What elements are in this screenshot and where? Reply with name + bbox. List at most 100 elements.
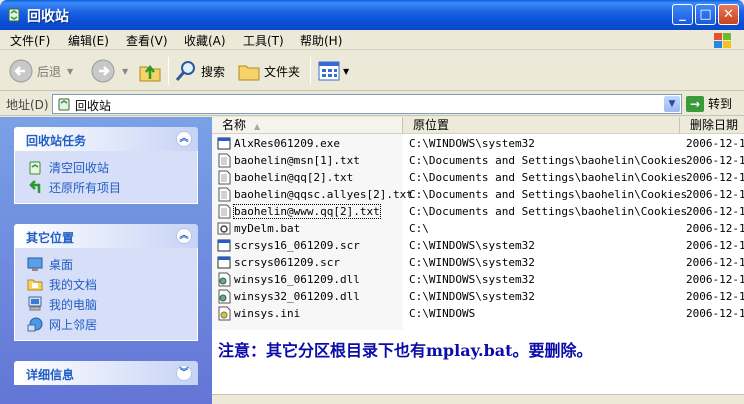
dll-file-icon — [218, 289, 231, 304]
file-deleted-date: 2006-12-1 — [686, 171, 744, 184]
txt-file-icon — [218, 204, 231, 219]
file-row[interactable]: baohelin@qqsc.allyes[2].txt C:\Documents … — [212, 186, 744, 203]
minimize-button[interactable]: _ — [672, 4, 693, 25]
menu-tools[interactable]: 工具(T) — [243, 32, 284, 49]
menu-view[interactable]: 查看(V) — [126, 32, 168, 49]
desktop-link[interactable]: 桌面 — [27, 254, 197, 274]
panel-body: 桌面 我的文档 我的电脑 网上邻居 — [14, 248, 198, 341]
my-documents-link[interactable]: 我的文档 — [27, 274, 197, 294]
file-location: C:\WINDOWS\system32 — [409, 137, 535, 150]
txt-file-icon — [218, 187, 231, 202]
txt-file-icon — [218, 170, 231, 185]
my-documents-icon — [27, 279, 43, 291]
toolbar-separator — [168, 57, 169, 85]
restore-all-link[interactable]: 还原所有项目 — [27, 177, 197, 197]
note-text: 注意：其它分区根目录下也有mplay.bat。要删除。 — [218, 341, 593, 360]
address-input[interactable]: 回收站 ▼ — [52, 94, 682, 114]
title-bar[interactable]: 回收站 _ □ ✕ — [0, 0, 744, 30]
search-button[interactable]: 搜索 — [174, 56, 225, 86]
panel-recycle-tasks: 回收站任务 ︽ 清空回收站 还原所有项目 — [14, 127, 198, 204]
network-places-link[interactable]: 网上邻居 — [27, 314, 197, 334]
forward-button[interactable]: ▼ — [90, 56, 128, 86]
up-folder-button[interactable] — [138, 56, 162, 86]
collapse-icon[interactable]: ︽ — [176, 228, 192, 244]
file-name: scrsys061209.scr — [234, 256, 340, 269]
file-location: C:\WINDOWS\system32 — [409, 290, 535, 303]
panel-item-label: 还原所有项目 — [49, 180, 122, 195]
file-row[interactable]: winsys.ini C:\WINDOWS 2006-12-1 — [212, 305, 744, 322]
go-button[interactable]: → 转到 — [686, 95, 732, 112]
my-computer-icon — [28, 296, 42, 311]
panel-header[interactable]: 其它位置 ︽ — [14, 224, 198, 248]
file-row[interactable]: winsys16_061209.dll C:\WINDOWS\system32 20… — [212, 271, 744, 288]
column-label: 名称 — [222, 118, 247, 132]
panel-title: 回收站任务 — [26, 134, 87, 148]
file-location: C:\ — [409, 222, 429, 235]
panel-details: 详细信息 ︾ — [14, 361, 198, 385]
task-pane: 回收站任务 ︽ 清空回收站 还原所有项目 其它位置 ︽ 桌面 我的文档 我的电脑… — [0, 117, 212, 404]
close-button[interactable]: ✕ — [718, 4, 739, 25]
folder-icon — [238, 65, 260, 81]
collapse-icon[interactable]: ︽ — [176, 131, 192, 147]
bat-file-icon — [217, 222, 231, 235]
file-deleted-date: 2006-12-1 — [686, 188, 744, 201]
file-row[interactable]: AlxRes061209.exe C:\WINDOWS\system32 2006-… — [212, 135, 744, 152]
expand-icon[interactable]: ︾ — [176, 365, 192, 381]
chevron-down-icon: ▼ — [343, 66, 350, 76]
file-location: C:\Documents and Settings\baohelin\Cooki… — [409, 154, 688, 167]
column-header-location[interactable]: 原位置 — [403, 117, 680, 134]
maximize-icon: □ — [699, 7, 712, 22]
recycle-bin-icon — [58, 98, 70, 111]
file-row[interactable]: baohelin@msn[1].txt C:\Documents and Sett… — [212, 152, 744, 169]
file-location: C:\WINDOWS\system32 — [409, 273, 535, 286]
toolbar: 后退 ▼ ▼ 搜索 文件夹 ▼ — [0, 51, 744, 91]
file-row[interactable]: myDelm.bat C:\ 2006-12-1 — [212, 220, 744, 237]
menu-favorites[interactable]: 收藏(A) — [184, 32, 226, 49]
up-folder-icon — [139, 64, 161, 82]
panel-header[interactable]: 回收站任务 ︽ — [14, 127, 198, 151]
column-header-deleted[interactable]: 删除日期 — [680, 117, 744, 134]
column-header-name[interactable]: 名称 ▲ — [212, 117, 403, 134]
menu-help[interactable]: 帮助(H) — [300, 32, 342, 49]
scr-file-icon — [217, 256, 231, 269]
file-deleted-date: 2006-12-1 — [686, 222, 744, 235]
horizontal-scrollbar[interactable] — [212, 394, 744, 404]
column-label: 原位置 — [413, 118, 450, 132]
menu-edit[interactable]: 编辑(E) — [68, 32, 109, 49]
address-value: 回收站 — [75, 99, 112, 113]
address-bar: 地址(D) 回收站 ▼ → 转到 — [0, 92, 744, 116]
file-name: winsys.ini — [234, 307, 301, 320]
folders-button[interactable]: 文件夹 — [237, 56, 300, 86]
file-name: baohelin@www.qq[2].txt — [233, 204, 381, 219]
file-row[interactable]: scrsys16_061209.scr C:\WINDOWS\system32 20… — [212, 237, 744, 254]
forward-arrow-icon — [91, 59, 115, 83]
sort-ascending-icon: ▲ — [254, 122, 261, 131]
back-arrow-icon — [9, 59, 33, 83]
back-button[interactable]: 后退 ▼ — [8, 56, 73, 86]
my-computer-link[interactable]: 我的电脑 — [27, 294, 197, 314]
file-row[interactable]: winsys32_061209.dll C:\WINDOWS\system32 20… — [212, 288, 744, 305]
file-location: C:\Documents and Settings\baohelin\Cooki… — [409, 171, 688, 184]
restore-icon — [29, 180, 41, 193]
empty-bin-icon — [29, 161, 41, 175]
file-row[interactable]: baohelin@qq[2].txt C:\Documents and Setti… — [212, 169, 744, 186]
views-icon — [318, 61, 340, 81]
panel-item-label: 我的文档 — [49, 277, 98, 292]
menu-bar: 文件(F) 编辑(E) 查看(V) 收藏(A) 工具(T) 帮助(H) — [0, 30, 744, 50]
file-deleted-date: 2006-12-1 — [686, 154, 744, 167]
menu-file[interactable]: 文件(F) — [10, 32, 50, 49]
empty-recycle-bin-link[interactable]: 清空回收站 — [27, 157, 197, 177]
panel-header[interactable]: 详细信息 ︾ — [14, 361, 198, 385]
search-icon — [175, 61, 195, 81]
file-row[interactable]: scrsys061209.scr C:\WINDOWS\system32 2006-… — [212, 254, 744, 271]
close-icon: ✕ — [723, 7, 734, 22]
maximize-button[interactable]: □ — [695, 4, 716, 25]
txt-file-icon — [218, 153, 231, 168]
views-button[interactable]: ▼ — [318, 56, 349, 86]
window-title: 回收站 — [27, 9, 69, 25]
address-dropdown-button[interactable]: ▼ — [664, 96, 680, 112]
file-row[interactable]: baohelin@www.qq[2].txt C:\Documents and S… — [212, 203, 744, 220]
panel-body: 清空回收站 还原所有项目 — [14, 151, 198, 204]
go-arrow-icon: → — [686, 95, 704, 112]
file-deleted-date: 2006-12-1 — [686, 256, 744, 269]
